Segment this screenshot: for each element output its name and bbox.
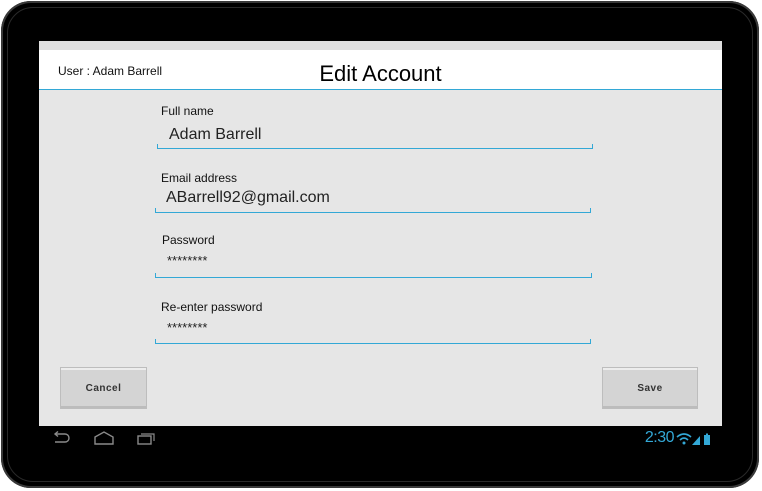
cancel-button[interactable]: Cancel [60,367,147,409]
reenter-password-label: Re-enter password [161,300,263,314]
email-underline [155,208,591,213]
password-label: Password [162,233,215,247]
recent-apps-icon[interactable] [137,431,157,450]
back-icon[interactable] [51,430,71,450]
full-name-label: Full name [161,104,214,118]
wifi-icon [676,433,692,438]
navigation-bar: 2:30 [39,426,722,451]
email-value: ABarrell92@gmail.com [166,189,330,206]
screen: User : Adam Barrell Edit Account Full na… [39,41,722,451]
full-name-underline [157,144,593,149]
reenter-password-field[interactable]: ******** [155,316,591,345]
tablet-frame: User : Adam Barrell Edit Account Full na… [1,1,759,488]
header: User : Adam Barrell Edit Account [39,50,722,90]
home-icon[interactable] [93,431,115,450]
top-bar [39,41,722,50]
status-clock: 2:30 [644,429,675,446]
status-icons-svg [676,433,710,445]
email-label: Email address [161,171,238,185]
password-underline [155,273,592,278]
signal-icon [692,436,700,445]
password-value: ******** [167,253,208,268]
reenter-password-underline [155,339,591,344]
password-field[interactable]: ******** [155,249,592,279]
full-name-value: Adam Barrell [169,126,262,143]
page-title: Edit Account [319,61,442,86]
email-field[interactable]: ABarrell92@gmail.com [155,187,591,215]
reenter-password-value: ******** [167,320,208,335]
status-icons [676,432,714,451]
save-button[interactable]: Save [602,367,698,409]
battery-icon [704,435,710,445]
full-name-field[interactable]: Adam Barrell [157,121,593,151]
